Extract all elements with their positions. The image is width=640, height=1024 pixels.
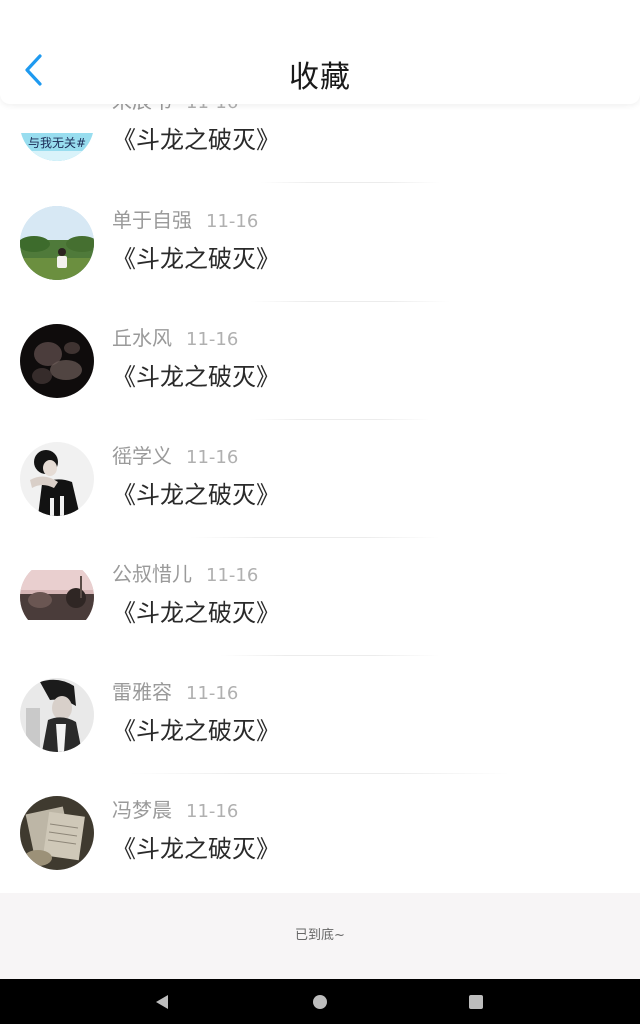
user-name: 徭学义	[112, 444, 172, 468]
item-meta: 冯梦晨 11-16	[112, 794, 238, 822]
item-title[interactable]: 《斗龙之破灭》	[112, 239, 280, 274]
item-date: 11-16	[186, 801, 239, 822]
end-of-list-text: 已到底~	[295, 928, 345, 943]
item-date: 11-16	[186, 447, 239, 468]
end-of-list-indicator: 已到底~	[0, 893, 640, 979]
circle-home-icon[interactable]	[308, 990, 332, 1014]
avatar[interactable]	[20, 796, 94, 870]
item-meta: 雷雅容 11-16	[112, 676, 238, 704]
list-item[interactable]: 单于自强 11-16 《斗龙之破灭》	[0, 184, 640, 302]
list-item[interactable]: 冯梦晨 11-16 《斗龙之破灭》	[0, 774, 640, 892]
item-date: 11-16	[206, 565, 259, 586]
item-title[interactable]: 《斗龙之破灭》	[112, 357, 280, 392]
user-name: 单于自强	[112, 208, 192, 232]
avatar[interactable]	[20, 442, 94, 516]
item-meta: 公叔惜儿 11-16	[112, 558, 258, 586]
user-name: 雷雅容	[112, 680, 172, 704]
favorites-list[interactable]: 与我无关# 宋辰韦11-16 《斗龙之破灭》	[0, 0, 640, 893]
item-date: 11-16	[186, 683, 239, 704]
page-title: 收藏	[289, 60, 351, 95]
avatar[interactable]	[20, 324, 94, 398]
square-recents-icon[interactable]	[464, 990, 488, 1014]
item-title[interactable]: 《斗龙之破灭》	[112, 475, 280, 510]
item-date: 11-16	[206, 211, 259, 232]
item-title[interactable]: 《斗龙之破灭》	[112, 829, 280, 864]
item-meta: 单于自强 11-16	[112, 204, 258, 232]
avatar[interactable]	[20, 560, 94, 634]
user-name: 公叔惜儿	[112, 562, 192, 586]
item-meta: 徭学义 11-16	[112, 440, 238, 468]
system-navigation-bar	[0, 979, 640, 1024]
avatar-caption: 与我无关#	[28, 136, 86, 150]
header: 收藏	[0, 0, 640, 104]
item-title[interactable]: 《斗龙之破灭》	[112, 593, 280, 628]
user-name: 丘水风	[112, 326, 172, 350]
triangle-back-icon[interactable]	[150, 990, 174, 1014]
list-item[interactable]: 徭学义 11-16 《斗龙之破灭》	[0, 420, 640, 538]
list-item[interactable]: 公叔惜儿 11-16 《斗龙之破灭》	[0, 538, 640, 656]
item-title[interactable]: 《斗龙之破灭》	[112, 711, 280, 746]
user-name: 冯梦晨	[112, 798, 172, 822]
divider	[260, 182, 440, 183]
favorites-screen: 与我无关# 宋辰韦11-16 《斗龙之破灭》	[0, 0, 640, 1024]
item-meta: 丘水风 11-16	[112, 322, 238, 350]
item-date: 11-16	[186, 329, 239, 350]
item-title[interactable]: 《斗龙之破灭》	[112, 120, 280, 155]
avatar[interactable]	[20, 206, 94, 280]
avatar[interactable]	[20, 678, 94, 752]
list-item[interactable]: 丘水风 11-16 《斗龙之破灭》	[0, 302, 640, 420]
list-item[interactable]: 雷雅容 11-16 《斗龙之破灭》	[0, 656, 640, 774]
